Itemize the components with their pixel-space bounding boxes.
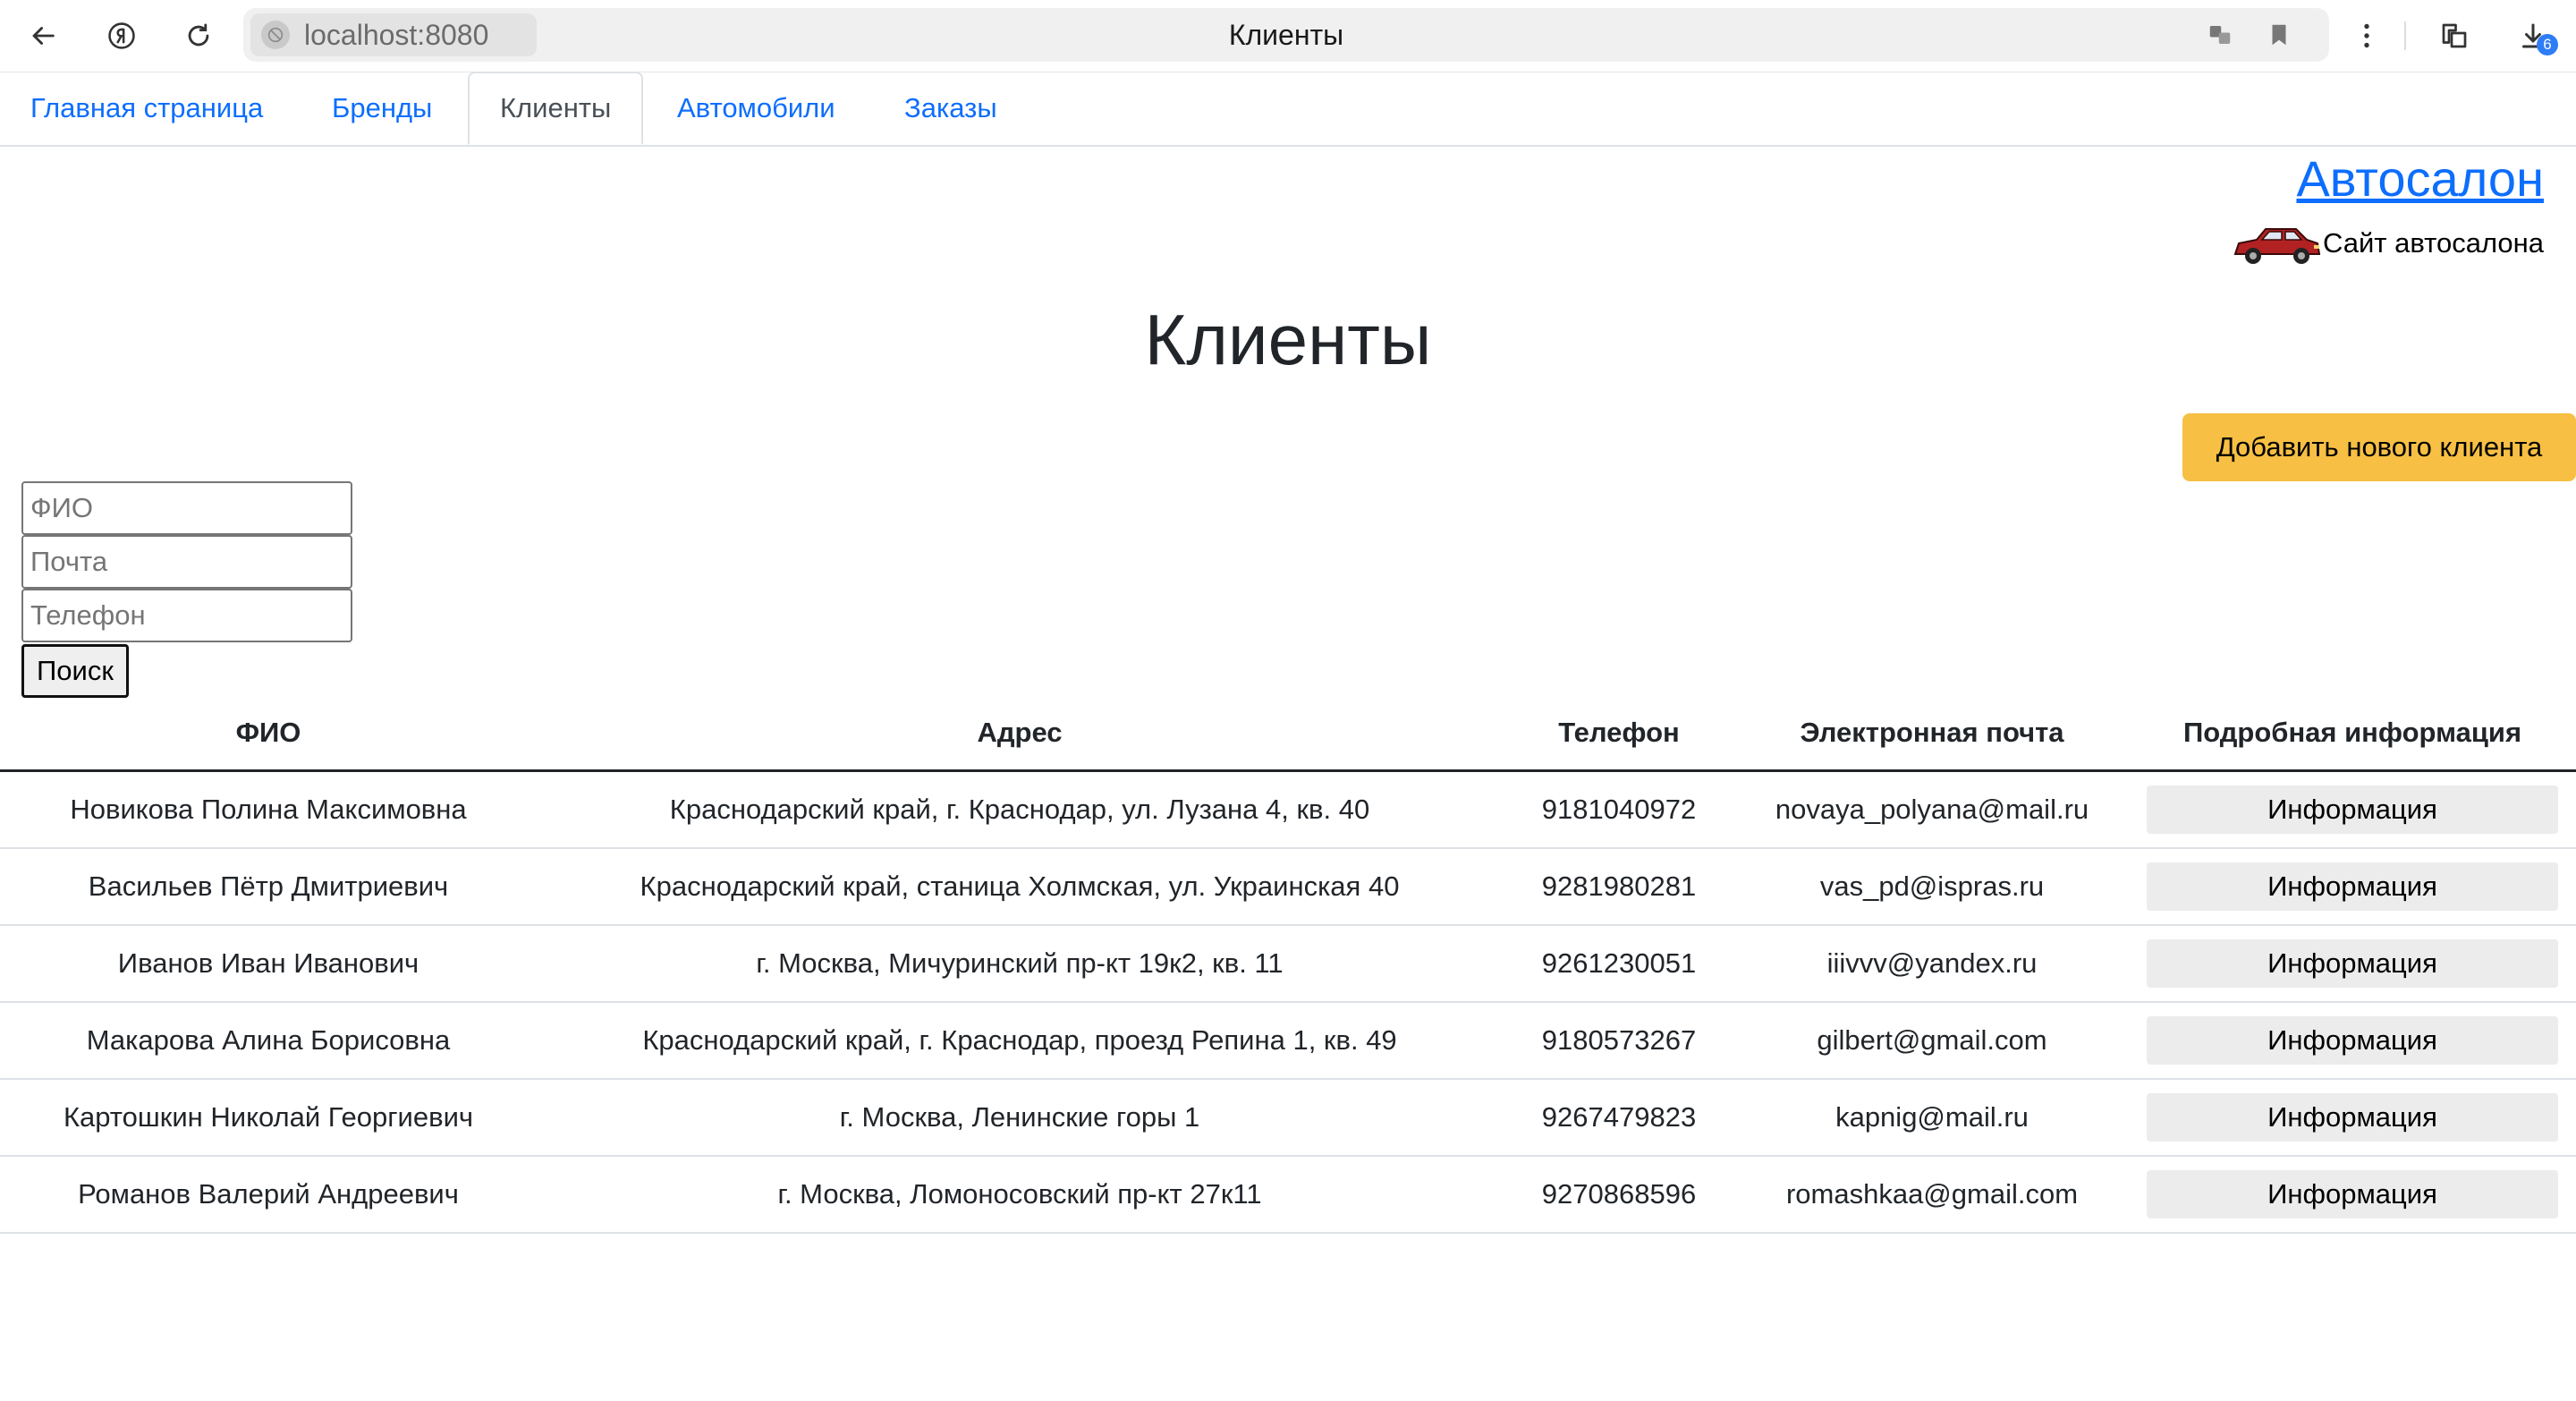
client-phone: 9267479823: [1503, 1079, 1735, 1157]
table-row: Иванов Иван Иванович г. Москва, Мичуринс…: [0, 925, 2576, 1003]
brand-tagline: Сайт автосалона: [2230, 215, 2544, 272]
client-name: Романов Валерий Андреевич: [0, 1156, 537, 1234]
client-email: gilbert@gmail.com: [1735, 1002, 2129, 1080]
email-search-input[interactable]: [21, 535, 352, 589]
client-details-cell: Информация: [2129, 1156, 2576, 1234]
tab-brands[interactable]: Бренды: [301, 72, 462, 145]
tab-orders[interactable]: Заказы: [874, 72, 1028, 145]
column-header-details: Подробная информация: [2129, 696, 2576, 772]
clients-table: ФИО Адрес Телефон Электронная почта Подр…: [0, 696, 2576, 1234]
table-row: Васильев Пётр Дмитриевич Краснодарский к…: [0, 848, 2576, 926]
brand-title-link[interactable]: Автосалон: [2296, 147, 2544, 211]
client-details-cell: Информация: [2129, 848, 2576, 926]
client-phone: 9270868596: [1503, 1156, 1735, 1234]
window-title: Клиенты: [1228, 19, 1344, 51]
client-info-button[interactable]: Информация: [2147, 939, 2558, 988]
column-header-address: Адрес: [537, 696, 1503, 772]
column-header-phone: Телефон: [1503, 696, 1735, 772]
client-address: г. Москва, Ломоносовский пр-кт 27к11: [537, 1156, 1503, 1234]
client-address: Краснодарский край, станица Холмская, ул…: [537, 848, 1503, 926]
client-details-cell: Информация: [2129, 925, 2576, 1003]
client-phone: 9281980281: [1503, 848, 1735, 926]
client-email: novaya_polyana@mail.ru: [1735, 770, 2129, 849]
client-details-cell: Информация: [2129, 770, 2576, 849]
client-email: romashkaa@gmail.com: [1735, 1156, 2129, 1234]
client-phone: 9180573267: [1503, 1002, 1735, 1080]
client-phone: 9261230051: [1503, 925, 1735, 1003]
table-row: Романов Валерий Андреевич г. Москва, Лом…: [0, 1156, 2576, 1234]
table-row: Макарова Алина Борисовна Краснодарский к…: [0, 1002, 2576, 1080]
client-name: Макарова Алина Борисовна: [0, 1002, 537, 1080]
column-header-email: Электронная почта: [1735, 696, 2129, 772]
tab-home[interactable]: Главная страница: [0, 72, 293, 145]
downloads-icon[interactable]: 6: [2513, 16, 2558, 55]
client-name: Иванов Иван Иванович: [0, 925, 537, 1003]
table-row: Новикова Полина Максимовна Краснодарский…: [0, 770, 2576, 849]
site-info-pill[interactable]: localhost:8080: [250, 13, 537, 56]
toolbar-divider: [2404, 21, 2406, 50]
client-name: Новикова Полина Максимовна: [0, 770, 537, 849]
client-email: vas_pd@ispras.ru: [1735, 848, 2129, 926]
main-nav-tabs: Главная страница Бренды Клиенты Автомоби…: [0, 72, 2576, 147]
client-address: Краснодарский край, г. Краснодар, ул. Лу…: [537, 770, 1503, 849]
client-name: Васильев Пётр Дмитриевич: [0, 848, 537, 926]
client-phone: 9181040972: [1503, 770, 1735, 849]
reload-icon[interactable]: [175, 13, 222, 59]
collections-icon[interactable]: [2435, 16, 2474, 55]
client-details-cell: Информация: [2129, 1002, 2576, 1080]
client-info-button[interactable]: Информация: [2147, 1016, 2558, 1065]
url-text: localhost:8080: [304, 19, 489, 51]
name-search-input[interactable]: [21, 481, 352, 535]
search-form: Поиск: [21, 481, 352, 698]
client-info-button[interactable]: Информация: [2147, 862, 2558, 911]
client-email: iiivvv@yandex.ru: [1735, 925, 2129, 1003]
client-info-button[interactable]: Информация: [2147, 1170, 2558, 1218]
phone-search-input[interactable]: [21, 589, 352, 642]
downloads-count-badge: 6: [2537, 34, 2558, 55]
column-header-name: ФИО: [0, 696, 537, 772]
client-info-button[interactable]: Информация: [2147, 1093, 2558, 1142]
translate-icon[interactable]: [2204, 19, 2236, 51]
client-address: Краснодарский край, г. Краснодар, проезд…: [537, 1002, 1503, 1080]
more-menu-icon[interactable]: [2347, 16, 2386, 55]
car-logo-icon: [2233, 228, 2321, 264]
browser-toolbar: Клиенты localhost:8080 6: [0, 0, 2576, 72]
search-button[interactable]: Поиск: [21, 644, 129, 698]
table-row: Картошкин Николай Георгиевич г. Москва, …: [0, 1079, 2576, 1157]
client-info-button[interactable]: Информация: [2147, 785, 2558, 834]
page-title: Клиенты: [1144, 300, 1432, 379]
table-header-row: ФИО Адрес Телефон Электронная почта Подр…: [0, 696, 2576, 772]
client-name: Картошкин Николай Георгиевич: [0, 1079, 537, 1157]
bookmark-icon[interactable]: [2263, 19, 2295, 51]
yandex-logo-icon[interactable]: [98, 13, 145, 59]
client-email: kapnig@mail.ru: [1735, 1079, 2129, 1157]
site-globe-icon: [261, 21, 290, 49]
add-client-button[interactable]: Добавить нового клиента: [2182, 413, 2576, 481]
brand-subtitle: Сайт автосалона: [2322, 227, 2544, 259]
client-details-cell: Информация: [2129, 1079, 2576, 1157]
tab-clients[interactable]: Клиенты: [468, 72, 644, 145]
back-arrow-icon[interactable]: [20, 13, 66, 59]
client-address: г. Москва, Мичуринский пр-кт 19к2, кв. 1…: [537, 925, 1503, 1003]
tab-cars[interactable]: Автомобили: [647, 72, 866, 145]
address-bar[interactable]: Клиенты localhost:8080: [243, 8, 2329, 62]
client-address: г. Москва, Ленинские горы 1: [537, 1079, 1503, 1157]
